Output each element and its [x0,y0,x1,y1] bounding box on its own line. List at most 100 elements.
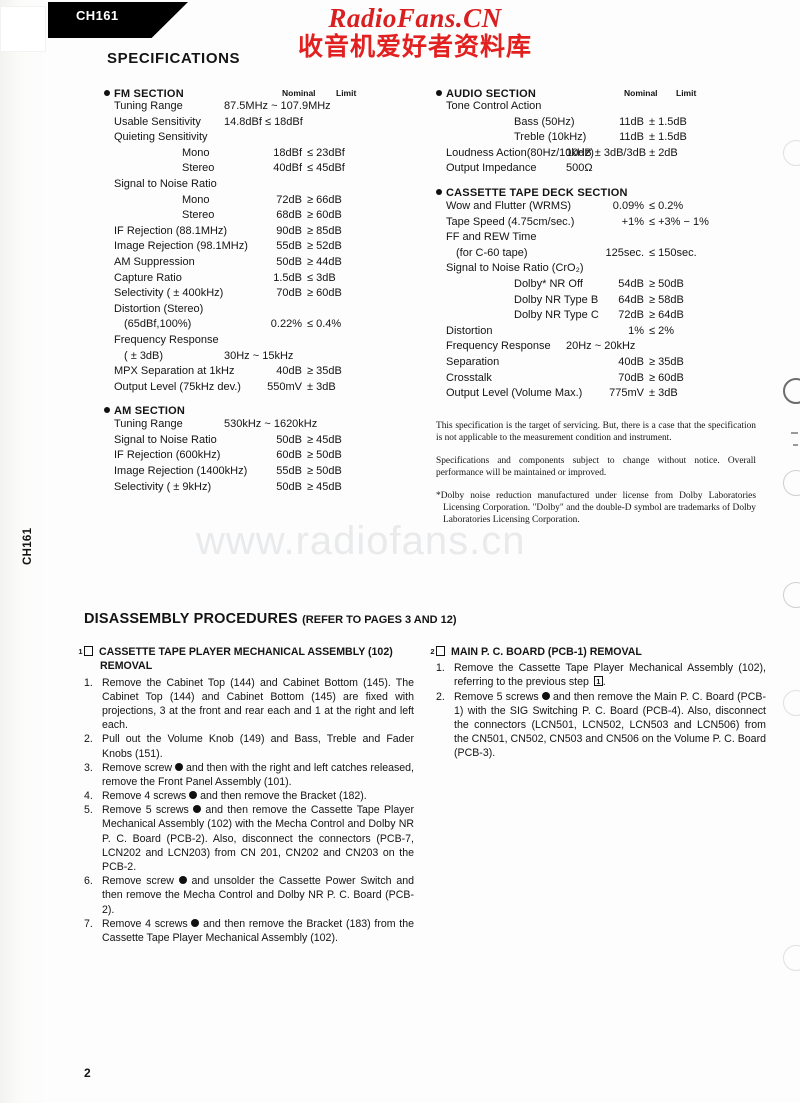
watermark-radiofans: RadioFans.CN 收音机爱好者资料库 [250,4,580,62]
screw-marker-icon [193,805,202,814]
spec-row-limit: ≤ 45dBf [307,162,345,175]
spec-row-limit: ≥ 58dB [649,293,684,306]
page-number: 2 [84,1066,91,1080]
spec-row-label: Signal to Noise Ratio [114,177,217,190]
disassembly-step: 7. Remove 4 screws and then remove the Br… [84,917,414,945]
spec-row: Distortion 1% ≤ 2% [436,325,766,341]
step-text: Remove 4 screws and then remove the Brac… [102,917,415,944]
spec-row-label: IF Rejection (88.1MHz) [114,224,228,237]
spec-row-nominal: 70dB [276,287,302,300]
spec-row: Mono 72dB ≥ 66dB [104,194,424,210]
disassembly-subsection-title-text: CASSETTE TAPE PLAYER MECHANICAL ASSEMBLY… [99,646,393,673]
spec-row-label: Capture Ratio [114,271,182,284]
spec-row-label: Quieting Sensitivity [114,131,208,144]
disassembly-right-column: 2 MAIN P. C. BOARD (PCB-1) REMOVAL 1. Remov… [430,645,766,761]
spec-row: Quieting Sensitivity [104,131,424,147]
specifications-right-column: AUDIO SECTION Nominal Limit Tone Control Ac… [436,88,766,403]
step-number: 2. [84,733,93,746]
spec-row-label: Tuning Range [114,418,183,431]
spec-note: Specifications and components subject to… [436,455,756,479]
column-header-nominal: Nominal [624,88,658,98]
spec-row-label: Signal to Noise Ratio (CrO₂) [446,262,584,275]
spec-row-limit: ≥ 35dB [307,365,342,378]
step-number: 1. [84,676,93,689]
scan-arc-artifact [783,945,800,971]
spec-row-nominal: 775mV [609,387,644,400]
spec-row-nominal: 550mV [267,380,302,393]
spec-row: Frequency Response [104,334,424,350]
spec-row-nominal: 72dB [276,193,302,206]
spec-row: Selectivity ( ± 400kHz) 70dB ≥ 60dB [104,287,424,303]
spec-row: Crosstalk 70dB ≥ 60dB [436,372,766,388]
spec-row-label: (65dBf,100%) [124,318,192,331]
bullet-icon [436,188,442,195]
spec-row-nominal: 70dB [618,371,644,384]
spec-row: Output Level (Volume Max.) 775mV ± 3dB [436,387,766,403]
disassembly-step: 6. Remove screw and unsolder the Cassette… [84,874,414,917]
spec-row-limit: ≥ 66dB [307,193,342,206]
spec-row-nominal: 55dB [276,465,302,478]
disassembly-step-list: 1. Remove the Cassette Tape Player Mechan… [436,661,766,760]
spec-row-limit: ≤ 150sec. [649,246,697,259]
scan-arc-artifact [783,470,800,496]
disassembly-heading-main: DISASSEMBLY PROCEDURES [84,611,298,627]
spec-row: Output Level (75kHz dev.) 550mV ± 3dB [104,381,424,397]
spec-row-label: FF and REW Time [446,231,537,244]
step-text: Remove 5 screws and then remove the Cass… [102,804,414,874]
spec-row-value: 87.5MHz ~ 107.9MHz [224,100,331,112]
spec-row-nominal: 125sec. [605,246,644,259]
spec-row-limit: ≥ 60dB [307,287,342,300]
spec-row-label: Crosstalk [446,371,492,384]
step-number: 5. [84,804,93,817]
spec-row-limit: ≥ 60dB [649,371,684,384]
spec-row-limit: ≥ 35dB [649,355,684,368]
specifications-notes: This specification is the target of serv… [436,420,756,527]
spec-row-nominal: 54dB [618,277,644,290]
spec-row-label: MPX Separation at 1kHz [114,365,235,378]
spec-row-label: Tone Control Action [446,100,542,112]
spec-row-limit: ± 3dB [307,380,336,393]
disassembly-heading-sub: (REFER TO PAGES 3 AND 12) [302,614,457,626]
spec-note: *Dolby noise reduction manufactured unde… [436,490,756,526]
spec-row: Tone Control Action [436,100,766,116]
step-text: Remove screw and then with the right and… [102,761,415,788]
spec-row-limit: ≥ 50dB [307,449,342,462]
spec-row: Tuning Range 530kHz ~ 1620kHz [104,418,424,434]
side-tab-model: CH161 [22,527,34,565]
spec-row-nominal: 0.09% [612,199,644,212]
spec-section-title: CASSETTE TAPE DECK SECTION [436,187,766,199]
step-text: Remove the Cabinet Top (144) and Cabinet… [102,676,414,732]
disassembly-heading: DISASSEMBLY PROCEDURES (REFER TO PAGES 3… [84,611,457,627]
spec-row-nominal: 40dB [276,365,302,378]
section-number-box: 1 [78,646,93,656]
disassembly-step: 2. Pull out the Volume Knob (149) and Bas… [84,732,414,760]
spec-row-label: Selectivity ( ± 400kHz) [114,287,224,300]
spec-row-label: Frequency Response [114,333,219,346]
spec-row: (65dBf,100%) 0.22% ≤ 0.4% [104,318,424,334]
spec-row-limit: ≤ 23dBf [307,146,345,159]
spec-row-limit: ≤ +3% − 1% [649,215,709,228]
spec-row: Tape Speed (4.75cm/sec.) +1% ≤ +3% − 1% [436,216,766,232]
spec-row-label: Stereo [182,209,215,222]
specifications-left-column: FM SECTION Nominal Limit Tuning Range 87.5MH… [104,88,424,496]
spec-row: (for C-60 tape) 125sec. ≤ 150sec. [436,247,766,263]
disassembly-step: 3. Remove screw and then with the right a… [84,761,414,789]
spec-row-nominal: 60dB [276,449,302,462]
specifications-heading: SPECIFICATIONS [107,50,241,67]
spec-row-nominal: 72dB [618,309,644,322]
spec-row-nominal: 18dBf [273,146,302,159]
disassembly-step: 2. Remove 5 screws and then remove the Ma… [436,690,766,761]
spec-row-limit: ≥ 60dB [307,209,342,222]
screw-marker-icon [191,918,200,927]
bullet-icon [104,407,110,414]
spec-row-label: Tuning Range [114,100,183,112]
spec-row-label: Frequency Response [446,340,551,353]
spec-row-limit: ≥ 45dB [307,433,342,446]
spec-row: Signal to Noise Ratio [104,178,424,194]
document-page: CH161 RadioFans.CN 收音机爱好者资料库 www.radiofa… [0,0,800,1103]
spec-row-nominal: 11dB [619,131,644,144]
spec-row-nominal: 50dB [276,255,302,268]
spec-row: Distortion (Stereo) [104,303,424,319]
spec-note: This specification is the target of serv… [436,421,756,444]
watermark-latin-text: RadioFans.CN [328,3,502,33]
